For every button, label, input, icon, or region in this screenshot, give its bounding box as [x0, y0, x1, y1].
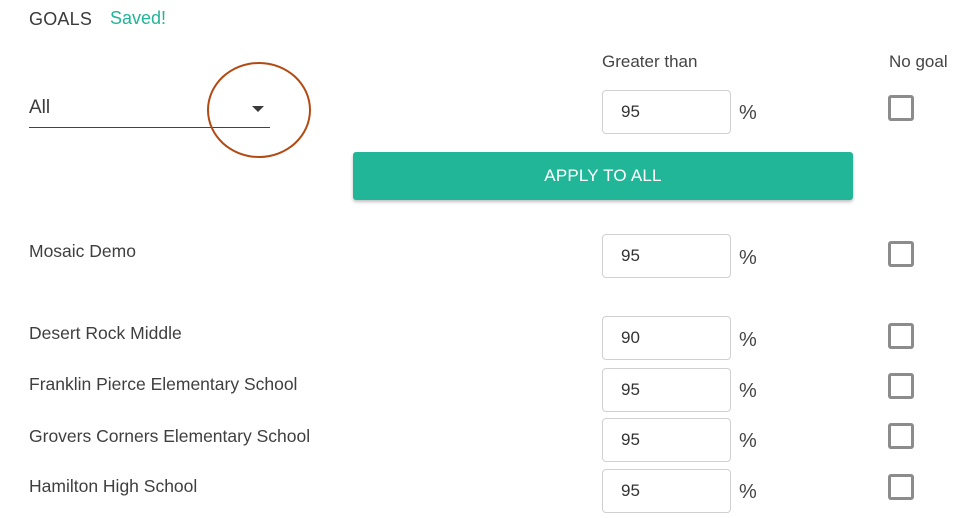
- greater-than-header: Greater than: [602, 52, 698, 71]
- school-name: Franklin Pierce Elementary School: [29, 374, 298, 394]
- no-goal-checkbox[interactable]: [888, 373, 914, 399]
- school-filter-value: All: [29, 97, 51, 118]
- goal-input[interactable]: [602, 368, 731, 412]
- no-goal-checkbox[interactable]: [888, 474, 914, 500]
- goal-input[interactable]: [602, 469, 731, 513]
- page-title: GOALS: [29, 9, 93, 29]
- percent-label: %: [739, 247, 757, 269]
- percent-label: %: [739, 481, 757, 503]
- school-name: Hamilton High School: [29, 476, 198, 496]
- percent-label: %: [739, 329, 757, 351]
- no-goal-header: No goal: [889, 52, 948, 71]
- school-name: Grovers Corners Elementary School: [29, 426, 311, 446]
- school-name: Mosaic Demo: [29, 241, 136, 261]
- percent-label: %: [739, 380, 757, 402]
- no-goal-checkbox[interactable]: [888, 423, 914, 449]
- no-goal-checkbox[interactable]: [888, 323, 914, 349]
- goal-input[interactable]: [602, 234, 731, 278]
- no-goal-checkbox[interactable]: [888, 241, 914, 267]
- bulk-percent-label: %: [739, 102, 757, 124]
- bulk-goal-input[interactable]: [602, 90, 731, 134]
- goal-input[interactable]: [602, 316, 731, 360]
- saved-status: Saved!: [110, 8, 167, 28]
- school-name: Desert Rock Middle: [29, 323, 182, 343]
- percent-label: %: [739, 430, 757, 452]
- apply-to-all-button[interactable]: APPLY TO ALL: [353, 152, 853, 200]
- goal-input[interactable]: [602, 418, 731, 462]
- caret-down-icon[interactable]: [252, 106, 264, 112]
- school-filter-select[interactable]: All: [29, 94, 270, 128]
- bulk-no-goal-checkbox[interactable]: [888, 95, 914, 121]
